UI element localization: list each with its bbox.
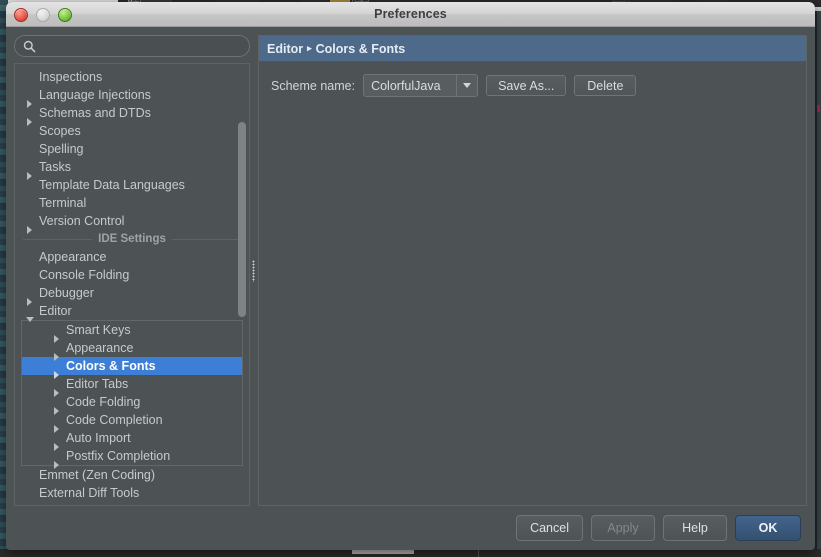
window-controls xyxy=(14,8,72,22)
search-icon xyxy=(23,40,36,52)
sidebar-item-label: Schemas and DTDs xyxy=(39,106,151,120)
sidebar-item-debugger[interactable]: Debugger xyxy=(15,284,249,306)
background-statusbar-divider xyxy=(478,549,479,557)
titlebar: Preferences xyxy=(6,2,815,27)
sidebar-item-label: Template Data Languages xyxy=(39,178,185,192)
sidebar-item-external-diff-tools[interactable]: External Diff Tools xyxy=(15,484,249,502)
chevron-right-icon: ▸ xyxy=(307,43,312,53)
sidebar-item-label: Editor xyxy=(39,304,72,318)
sidebar-item-console-folding[interactable]: Console Folding xyxy=(15,266,249,284)
sidebar-item-label: Spelling xyxy=(39,142,84,156)
sidebar-item-external-tools[interactable]: External Tools xyxy=(15,502,249,505)
background-marker xyxy=(817,105,820,112)
tree-group-ide-settings-tail: Emmet (Zen Coding) External Diff Tools Ext… xyxy=(15,466,249,505)
delete-button[interactable]: Delete xyxy=(574,75,637,96)
pane-splitter[interactable] xyxy=(250,35,258,506)
sidebar-item-smart-keys[interactable]: Smart Keys xyxy=(22,321,242,343)
tree-group-editor-children: Smart Keys Appearance Colors & Fonts Editor… xyxy=(21,320,243,469)
splitter-grip-icon[interactable] xyxy=(252,259,255,282)
sidebar-item-label: Version Control xyxy=(39,214,125,228)
tree-group-ide-settings: Appearance Console Folding Debugger Editor xyxy=(15,248,249,322)
sidebar-item-label: Editor Tabs xyxy=(66,377,129,391)
preferences-dialog: Preferences Inspections Language Injectio… xyxy=(6,2,815,550)
settings-tree-panel: Inspections Language Injections Schemas an… xyxy=(14,63,250,506)
sidebar-item-label: Auto Import xyxy=(66,431,131,445)
settings-navigation-pane: Inspections Language Injections Schemas an… xyxy=(14,35,250,506)
tree-group-project-settings: Inspections Language Injections Schemas an… xyxy=(15,68,249,234)
help-button[interactable]: Help xyxy=(663,515,727,541)
scheme-name-dropdown[interactable]: ColorfulJava xyxy=(363,74,479,97)
background-right-edge xyxy=(817,11,821,549)
sidebar-item-label: Code Folding xyxy=(66,395,141,409)
sidebar-item-label: Console Folding xyxy=(39,268,130,282)
search-input[interactable] xyxy=(41,38,241,54)
sidebar-item-label: Scopes xyxy=(39,124,81,138)
dialog-body: Inspections Language Injections Schemas an… xyxy=(6,27,815,506)
breadcrumb-root[interactable]: Editor xyxy=(267,42,303,56)
sidebar-item-label: Tasks xyxy=(39,160,71,174)
apply-button[interactable]: Apply xyxy=(591,515,655,541)
sidebar-item-schemas-and-dtds[interactable]: Schemas and DTDs xyxy=(15,104,249,126)
cancel-button[interactable]: Cancel xyxy=(516,515,583,541)
tree-section-label: IDE Settings xyxy=(98,233,166,245)
sidebar-item-label: Appearance xyxy=(39,250,107,264)
sidebar-item-emmet-zen-coding[interactable]: Emmet (Zen Coding) xyxy=(15,466,249,484)
scheme-row: Scheme name: ColorfulJava Save As... Del… xyxy=(259,62,806,97)
sidebar-item-tasks[interactable]: Tasks xyxy=(15,158,249,180)
window-title: Preferences xyxy=(374,7,447,21)
sidebar-item-label: Colors & Fonts xyxy=(66,359,156,373)
scheme-name-label: Scheme name: xyxy=(271,78,356,93)
sidebar-item-label: Smart Keys xyxy=(66,323,131,337)
tree-section-separator: IDE Settings xyxy=(15,230,249,248)
dialog-footer: Cancel Apply Help OK xyxy=(6,506,815,550)
settings-detail-pane: Editor ▸ Colors & Fonts Scheme name: Col… xyxy=(258,35,807,506)
sidebar-item-version-control[interactable]: Version Control xyxy=(15,212,249,234)
zoom-button[interactable] xyxy=(58,8,72,22)
sidebar-item-label: Inspections xyxy=(39,70,103,84)
sidebar-item-terminal[interactable]: Terminal xyxy=(15,194,249,212)
sidebar-item-label: External Diff Tools xyxy=(39,486,140,500)
sidebar-item-inspections[interactable]: Inspections xyxy=(15,68,249,86)
sidebar-item-scopes[interactable]: Scopes xyxy=(15,122,249,140)
save-as-button[interactable]: Save As... xyxy=(486,75,567,96)
sidebar-item-label: Code Completion xyxy=(66,413,163,427)
ok-button[interactable]: OK xyxy=(735,515,801,541)
scheme-settings-content xyxy=(259,97,806,505)
sidebar-item-appearance[interactable]: Appearance xyxy=(15,248,249,266)
sidebar-item-label: Debugger xyxy=(39,286,94,300)
scheme-dropdown-toggle[interactable] xyxy=(456,75,478,96)
minimize-button[interactable] xyxy=(36,8,50,22)
sidebar-item-label: Terminal xyxy=(39,196,87,210)
tree-scrollbar-thumb[interactable] xyxy=(238,122,246,317)
search-box[interactable] xyxy=(14,35,250,57)
separator-line-right xyxy=(171,238,242,240)
breadcrumb-leaf: Colors & Fonts xyxy=(315,41,406,56)
separator-line-left xyxy=(23,238,93,240)
sidebar-item-spelling[interactable]: Spelling xyxy=(15,140,249,158)
sidebar-item-template-data-languages[interactable]: Template Data Languages xyxy=(15,176,249,194)
scheme-name-value: ColorfulJava xyxy=(371,78,441,93)
sidebar-item-label: Appearance xyxy=(66,341,134,355)
settings-tree: Inspections Language Injections Schemas an… xyxy=(15,64,249,505)
close-button[interactable] xyxy=(14,8,28,22)
sidebar-item-label: Postfix Completion xyxy=(66,449,171,463)
chevron-down-icon xyxy=(463,83,472,88)
sidebar-item-editor[interactable]: Editor xyxy=(15,302,249,322)
sidebar-item-language-injections[interactable]: Language Injections xyxy=(15,86,249,108)
breadcrumb: Editor ▸ Colors & Fonts xyxy=(259,36,806,62)
sidebar-item-label: Language Injections xyxy=(39,88,151,102)
sidebar-item-label: External Tools xyxy=(37,502,117,505)
